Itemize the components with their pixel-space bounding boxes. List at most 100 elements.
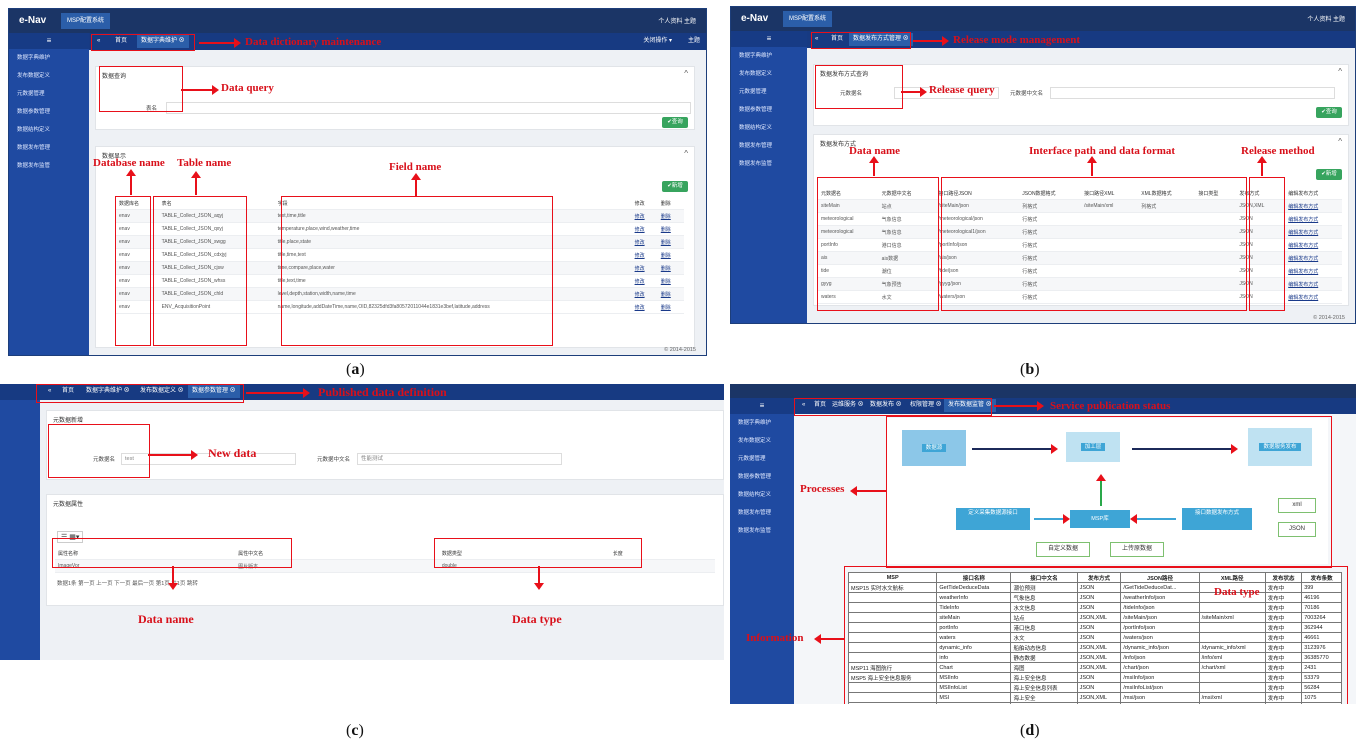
table-cell: 修改 <box>631 235 658 249</box>
annotation-method: Release method <box>1241 145 1315 157</box>
sidebar-item[interactable]: 元数据管理 <box>9 85 89 103</box>
sidebar-item[interactable]: 数据字典维护 <box>731 47 807 65</box>
row-action-link[interactable]: 删除 <box>661 253 671 259</box>
annotation-arrow <box>534 566 544 590</box>
meta-cn-input[interactable]: 性能测试 <box>357 453 562 465</box>
row-action-link[interactable]: 修改 <box>635 292 645 298</box>
row-action-link[interactable]: 删除 <box>661 214 671 220</box>
sidebar-item[interactable]: 发布数据定义 <box>730 432 794 450</box>
query-button[interactable]: ✔查询 <box>662 117 688 128</box>
sidebar-item[interactable]: 数据结构定义 <box>730 486 794 504</box>
sidebar-item[interactable]: 数据发布管理 <box>9 139 89 157</box>
add-button[interactable]: ✔新增 <box>662 181 688 192</box>
row-action-link[interactable]: 修改 <box>635 214 645 220</box>
annotation-arrow <box>148 450 198 460</box>
row-action-link[interactable]: 删除 <box>661 227 671 233</box>
row-action-link[interactable]: 修改 <box>635 253 645 259</box>
annotation-type: Data type <box>512 612 562 626</box>
annotation-main: Published data definition <box>318 385 447 399</box>
query-card: 数据查询 ^ 表名 ✔查询 <box>95 66 695 130</box>
sidebar-item[interactable]: 元数据管理 <box>731 83 807 101</box>
collapse-icon[interactable]: ^ <box>1338 67 1342 76</box>
annotation-database: Database name <box>93 157 165 169</box>
row-action-link[interactable]: 删除 <box>661 305 671 311</box>
system-tab[interactable]: MSP配置系统 <box>783 11 833 27</box>
menu-toggle-icon[interactable]: ≡ <box>730 398 794 414</box>
annotation-arrow <box>411 173 421 197</box>
meta-cn-input[interactable] <box>1050 87 1335 99</box>
annotation-arrow <box>901 87 927 97</box>
caption-a: (a) <box>346 361 365 378</box>
annotation-box-table <box>153 196 247 346</box>
table-cell: 编辑发布方式 <box>1285 225 1342 239</box>
annotation-arrow <box>126 169 136 195</box>
row-action-link[interactable]: 编辑发布方式 <box>1288 217 1318 223</box>
row-action-link[interactable]: 修改 <box>635 240 645 246</box>
caption-c: (c) <box>346 722 364 739</box>
new-title: 元数据新增 <box>53 418 84 424</box>
tab-theme[interactable]: 主题 <box>684 35 704 48</box>
menu-toggle-icon[interactable]: ≡ <box>9 33 89 49</box>
row-action-link[interactable]: 编辑发布方式 <box>1288 269 1318 275</box>
annotation-arrow <box>994 401 1044 411</box>
row-action-link[interactable]: 编辑发布方式 <box>1288 204 1318 210</box>
collapse-icon[interactable]: ^ <box>1338 137 1342 146</box>
brand-logo: e-Nav <box>19 15 47 26</box>
table-cell: 编辑发布方式 <box>1285 199 1342 213</box>
collapse-icon[interactable]: ^ <box>684 149 688 158</box>
table-cell: 删除 <box>657 287 684 301</box>
row-action-link[interactable]: 删除 <box>661 292 671 298</box>
sidebar-item[interactable]: 数据发布监管 <box>9 157 89 175</box>
collapse-icon[interactable]: ^ <box>684 69 688 78</box>
row-action-link[interactable]: 编辑发布方式 <box>1288 256 1318 262</box>
row-action-link[interactable]: 编辑发布方式 <box>1288 243 1318 249</box>
top-bar: e-Nav MSP配置系统 个人资料 主题 <box>731 7 1355 31</box>
sidebar-item[interactable]: 数据发布监管 <box>730 522 794 540</box>
sidebar-item[interactable]: 数据字典维护 <box>9 49 89 67</box>
top-right-menu[interactable]: 个人资料 主题 <box>658 16 696 25</box>
top-right-menu[interactable]: 个人资料 主题 <box>1307 14 1345 23</box>
row-action-link[interactable]: 编辑发布方式 <box>1288 282 1318 288</box>
row-action-link[interactable]: 删除 <box>661 240 671 246</box>
annotation-box-name <box>52 538 292 568</box>
sidebar-item[interactable]: 数据发布监管 <box>731 155 807 173</box>
sidebar <box>0 400 40 660</box>
row-action-link[interactable]: 修改 <box>635 279 645 285</box>
sidebar-item[interactable]: 数据结构定义 <box>9 121 89 139</box>
sidebar-item[interactable]: 发布数据定义 <box>731 65 807 83</box>
row-action-link[interactable]: 编辑发布方式 <box>1288 295 1318 301</box>
table-name-input[interactable] <box>166 102 691 114</box>
panel-c: « 首页 数据字典维护 ⊗ 发布数据定义 ⊗ 数据参数管理 ⊗ 元数据新增 元数… <box>0 384 724 660</box>
table-cell: 编辑发布方式 <box>1285 212 1342 226</box>
row-action-link[interactable]: 修改 <box>635 305 645 311</box>
row-action-link[interactable]: 编辑发布方式 <box>1288 230 1318 236</box>
sidebar-item[interactable]: 数据发布管理 <box>730 504 794 522</box>
sidebar-item[interactable]: 数据参数管理 <box>731 101 807 119</box>
annotation-main: Data dictionary maintenance <box>245 36 382 48</box>
annotation-arrow <box>913 36 949 46</box>
sidebar-item[interactable]: 数据字典维护 <box>730 414 794 432</box>
annotation-box-interface <box>941 177 1247 311</box>
sidebar-item[interactable]: 发布数据定义 <box>9 67 89 85</box>
tab-close-menu[interactable]: 关闭操作 ▾ <box>639 35 676 48</box>
sidebar-item[interactable]: 数据结构定义 <box>731 119 807 137</box>
sidebar-item[interactable]: 数据参数管理 <box>9 103 89 121</box>
row-action-link[interactable]: 删除 <box>661 279 671 285</box>
annotation-box-tab <box>36 384 244 403</box>
row-action-link[interactable]: 修改 <box>635 266 645 272</box>
table-cell: 修改 <box>631 248 658 262</box>
row-action-link[interactable]: 修改 <box>635 227 645 233</box>
annotation-arrow <box>181 85 219 95</box>
add-button[interactable]: ✔新增 <box>1316 169 1342 180</box>
row-action-link[interactable]: 删除 <box>661 266 671 272</box>
annotation-arrow <box>191 171 201 195</box>
brand-logo: e-Nav <box>741 13 769 24</box>
sidebar-item[interactable]: 数据发布管理 <box>731 137 807 155</box>
menu-toggle-icon[interactable]: ≡ <box>731 31 807 47</box>
annotation-field: Field name <box>389 161 442 173</box>
sidebar-item[interactable]: 数据参数管理 <box>730 468 794 486</box>
annotation-arrow <box>1257 156 1267 176</box>
query-button[interactable]: ✔查询 <box>1316 107 1342 118</box>
sidebar-item[interactable]: 元数据管理 <box>730 450 794 468</box>
system-tab[interactable]: MSP配置系统 <box>61 13 111 29</box>
